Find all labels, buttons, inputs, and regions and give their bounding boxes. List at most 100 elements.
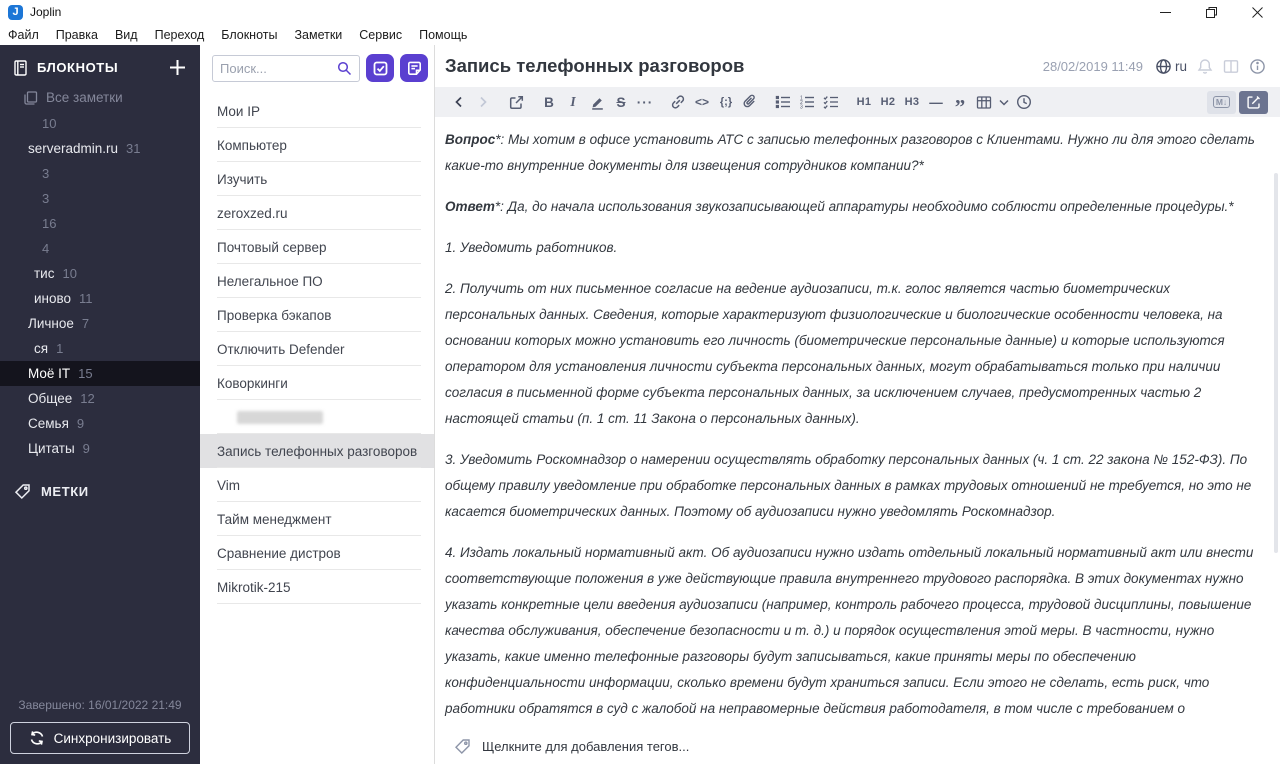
heading1-button[interactable]: H1	[852, 90, 876, 114]
note-list-item[interactable]: Нелегальное ПО	[200, 264, 434, 298]
all-notes-icon	[24, 90, 38, 105]
menu-item[interactable]: Сервис	[359, 28, 402, 42]
code-block-button[interactable]: {;}	[714, 90, 738, 114]
bulleted-list-icon[interactable]	[771, 90, 795, 114]
sidebar-notebook-item[interactable]: Моё IT 15	[0, 361, 200, 386]
menu-item[interactable]: Заметки	[294, 28, 342, 42]
checkbox-check-icon	[373, 61, 388, 76]
heading3-button[interactable]: H3	[900, 90, 924, 114]
insert-datetime-clock-icon[interactable]	[1012, 90, 1036, 114]
note-list-item[interactable]: Коворкинги	[200, 366, 434, 400]
sidebar-notebook-item[interactable]: 16	[0, 211, 56, 236]
note-list-item[interactable]: Компьютер	[200, 128, 434, 162]
richtext-editor-toggle[interactable]	[1239, 90, 1268, 114]
sidebar-notebook-item[interactable]: Личное 7	[0, 311, 200, 336]
notebook-icon	[13, 59, 28, 76]
note-paragraph: Ответ*: Да, до начала использования звук…	[445, 199, 1234, 214]
sidebar-notebook-item[interactable]: 3	[0, 186, 60, 211]
sidebar-notebook-item[interactable]: ся 1	[0, 336, 80, 361]
search-input[interactable]	[220, 60, 337, 76]
tag-bar[interactable]: Щелкните для добавления тегов...	[435, 728, 1280, 764]
italic-button[interactable]: I	[561, 90, 585, 114]
menu-item[interactable]: Файл	[8, 28, 39, 42]
back-icon[interactable]	[447, 90, 471, 114]
note-list-item[interactable]: Почтовый сервер	[200, 230, 434, 264]
forward-icon[interactable]	[471, 90, 495, 114]
editor-scrollbar[interactable]	[1274, 173, 1278, 553]
note-list-item[interactable]: Vim	[200, 468, 434, 502]
sidebar-notebook-item[interactable]: 3	[0, 161, 95, 186]
new-todo-button[interactable]	[366, 54, 394, 82]
menu-item[interactable]: Правка	[56, 28, 98, 42]
sidebar-notebook-item[interactable]: 4	[0, 236, 49, 261]
note-list-item[interactable]: Изучить	[200, 162, 434, 196]
attach-file-icon[interactable]	[738, 90, 762, 114]
hyperlink-icon[interactable]	[666, 90, 690, 114]
alarm-bell-icon[interactable]	[1197, 58, 1213, 75]
note-count-badge: 10	[42, 116, 57, 131]
note-list-item[interactable]: zeroxzed.ru	[200, 196, 434, 230]
note-list-item[interactable]: Запись телефонных разговоров	[200, 434, 434, 468]
menu-item[interactable]: Вид	[115, 28, 138, 42]
external-edit-icon[interactable]	[504, 90, 528, 114]
note-title[interactable]: Запись телефонных разговоров	[445, 55, 1033, 77]
notebooks-header: БЛОКНОТЫ	[37, 60, 119, 75]
joplin-logo-icon: J	[8, 4, 23, 20]
sidebar-notebook-item[interactable]: иново 11	[0, 286, 93, 311]
note-list-item[interactable]: Мои IP	[200, 94, 434, 128]
sync-status-text: Завершено: 16/01/2022 21:49	[18, 698, 182, 712]
note-count-badge: 15	[78, 366, 93, 381]
bold-button[interactable]: B	[537, 90, 561, 114]
search-icon	[337, 61, 352, 76]
sidebar-notebook-item[interactable]: тис 10	[0, 261, 77, 286]
sidebar-notebook-item[interactable]: Цитаты 9	[0, 436, 200, 461]
new-note-button[interactable]	[400, 54, 428, 82]
note-list-item[interactable]: Тайм менеджмент	[200, 502, 434, 536]
restore-window-icon[interactable]	[1188, 0, 1234, 24]
sidebar-tags-section: МЕТКИ	[0, 483, 200, 500]
synchronise-button[interactable]: Синхронизировать	[10, 722, 190, 754]
sidebar-notebook-item[interactable]: Общее 12	[0, 386, 200, 411]
window-title: Joplin	[30, 5, 62, 19]
add-tags-label: Щелкните для добавления тегов...	[482, 738, 690, 754]
toggle-sidebar-layout-icon[interactable]	[1223, 59, 1239, 74]
note-count-badge: 31	[126, 141, 141, 156]
menu-item[interactable]: Блокноты	[221, 28, 277, 42]
note-count-badge: 1	[56, 341, 64, 356]
tag-icon	[454, 738, 471, 755]
menu-item[interactable]: Помощь	[419, 28, 467, 42]
note-paragraph: 4. Издать локальный нормативный акт. Об …	[445, 545, 1254, 728]
highlight-pen-icon[interactable]	[585, 90, 609, 114]
heading2-button[interactable]: H2	[876, 90, 900, 114]
menu-item[interactable]: Переход	[155, 28, 205, 42]
blockquote-button[interactable]: ”	[948, 90, 972, 117]
inline-code-button[interactable]: <>	[690, 90, 714, 114]
sidebar-notebook-item[interactable]: serveradmin.ru 31	[0, 136, 200, 161]
tag-icon	[14, 483, 31, 500]
checklist-icon[interactable]	[819, 90, 843, 114]
horizontal-rule-button[interactable]: —	[924, 90, 948, 114]
spellcheck-globe-icon[interactable]	[1155, 58, 1172, 75]
note-list-item[interactable]: Mikrotik-215	[200, 570, 434, 604]
sidebar-notebook-item[interactable]: 10	[0, 111, 56, 136]
chevron-down-icon[interactable]	[996, 90, 1012, 114]
sidebar-notebook-item[interactable]: Семья 9	[0, 411, 200, 436]
new-notebook-plus-icon[interactable]	[169, 59, 186, 76]
close-icon[interactable]	[1234, 0, 1280, 24]
search-box	[212, 54, 360, 82]
more-options-icon[interactable]: ···	[633, 90, 657, 114]
numbered-list-icon[interactable]: 1 2 3	[795, 90, 819, 114]
note-list-item[interactable]	[200, 400, 434, 434]
note-list-item[interactable]: Проверка бэкапов	[200, 298, 434, 332]
note-body[interactable]: Вопрос*: Мы хотим в офисе установить АТС…	[435, 117, 1280, 728]
note-list-item[interactable]: Сравнение дистров	[200, 536, 434, 570]
minimize-icon[interactable]	[1142, 0, 1188, 24]
note-count-badge: 11	[79, 291, 93, 306]
note-list-item[interactable]: Отключить Defender	[200, 332, 434, 366]
menu-bar: Файл Правка Вид Переход Блокноты Заметки Серви…	[0, 24, 1280, 45]
strikethrough-button[interactable]: S	[609, 90, 633, 114]
note-properties-info-icon[interactable]	[1249, 58, 1266, 75]
markdown-editor-toggle[interactable]: M↓	[1207, 90, 1236, 114]
sidebar-item-all-notes[interactable]: Все заметки	[0, 86, 200, 111]
insert-table-icon[interactable]	[972, 90, 996, 114]
